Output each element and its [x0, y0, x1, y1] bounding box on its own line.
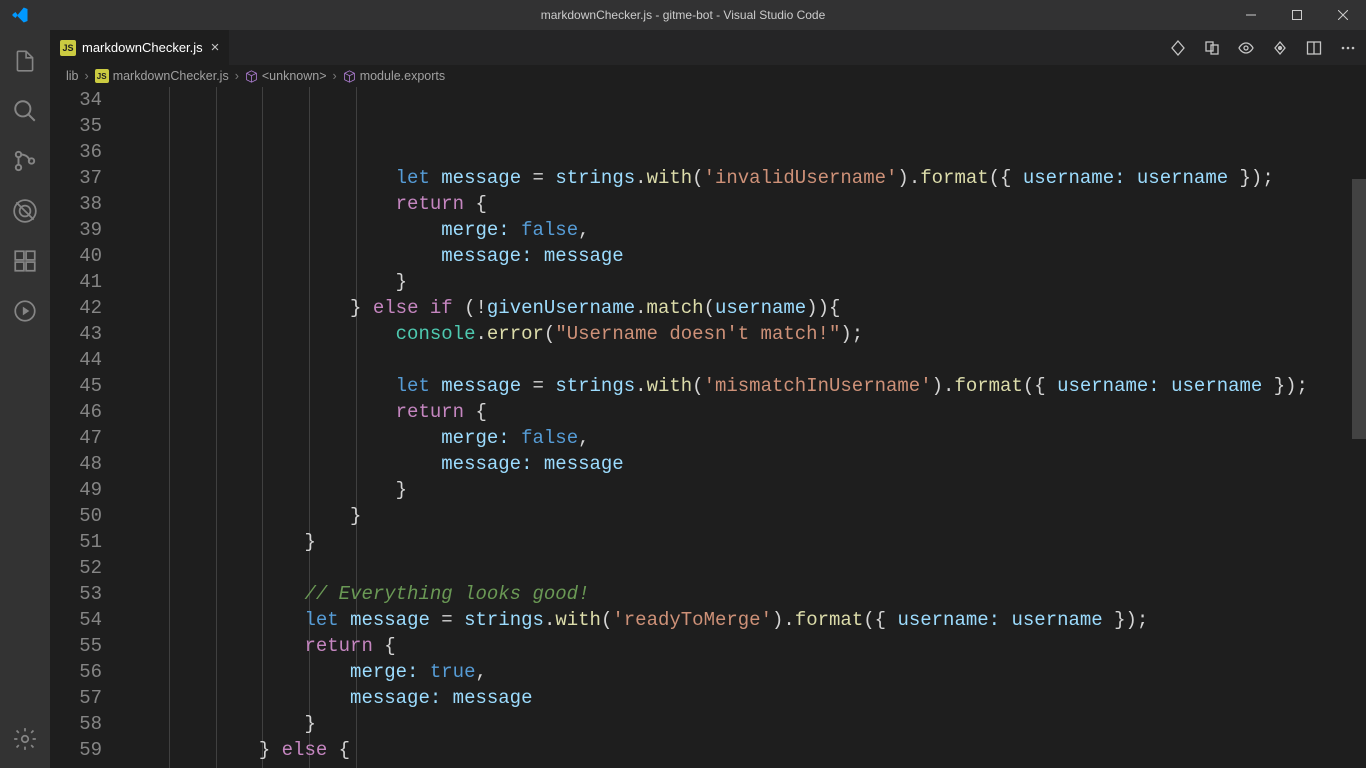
- chevron-right-icon: ›: [85, 69, 89, 83]
- line-number: 55: [50, 633, 102, 659]
- line-number: 41: [50, 269, 102, 295]
- activity-liveshare-icon[interactable]: [0, 286, 50, 336]
- symbol-icon: [343, 70, 356, 83]
- breadcrumb-symbol[interactable]: <unknown>: [262, 69, 327, 83]
- line-number: 34: [50, 87, 102, 113]
- code-line[interactable]: let message = strings.with('invalidUsern…: [122, 165, 1366, 191]
- action-open-changes-icon[interactable]: [1202, 38, 1222, 58]
- code-line[interactable]: }: [122, 711, 1366, 737]
- breadcrumb-symbol[interactable]: module.exports: [360, 69, 445, 83]
- line-number: 52: [50, 555, 102, 581]
- line-number: 44: [50, 347, 102, 373]
- code-line[interactable]: // Everything looks good!: [122, 581, 1366, 607]
- code-line[interactable]: message: message: [122, 451, 1366, 477]
- line-number: 51: [50, 529, 102, 555]
- line-number: 39: [50, 217, 102, 243]
- line-number: 40: [50, 243, 102, 269]
- code-line[interactable]: }: [122, 269, 1366, 295]
- window-minimize-button[interactable]: [1228, 0, 1274, 30]
- line-number: 57: [50, 685, 102, 711]
- line-number: 43: [50, 321, 102, 347]
- code-line[interactable]: }: [122, 503, 1366, 529]
- line-number: 36: [50, 139, 102, 165]
- line-number-gutter: 3435363738394041424344454647484950515253…: [50, 87, 122, 768]
- code-line[interactable]: return {: [122, 191, 1366, 217]
- tab-markdownchecker[interactable]: JS markdownChecker.js ×: [50, 30, 230, 65]
- js-file-icon: JS: [60, 40, 76, 56]
- code-editor[interactable]: 3435363738394041424344454647484950515253…: [50, 87, 1366, 768]
- breadcrumb-file[interactable]: markdownChecker.js: [113, 69, 229, 83]
- editor-actions: [1168, 30, 1366, 65]
- line-number: 37: [50, 165, 102, 191]
- action-more-icon[interactable]: [1338, 38, 1358, 58]
- code-line[interactable]: return {: [122, 633, 1366, 659]
- code-line[interactable]: } else {: [122, 737, 1366, 763]
- code-line[interactable]: [122, 347, 1366, 373]
- line-number: 35: [50, 113, 102, 139]
- code-line[interactable]: }: [122, 477, 1366, 503]
- line-number: 56: [50, 659, 102, 685]
- breadcrumb[interactable]: lib › JS markdownChecker.js › <unknown> …: [50, 65, 1366, 87]
- code-line[interactable]: merge: true,: [122, 659, 1366, 685]
- action-compare-icon[interactable]: [1168, 38, 1188, 58]
- window-maximize-button[interactable]: [1274, 0, 1320, 30]
- code-line[interactable]: merge: false,: [122, 217, 1366, 243]
- code-line[interactable]: } else if (!givenUsername.match(username…: [122, 295, 1366, 321]
- code-area[interactable]: let message = strings.with('invalidUsern…: [122, 87, 1366, 768]
- window-title: markdownChecker.js - gitme-bot - Visual …: [541, 8, 826, 22]
- line-number: 53: [50, 581, 102, 607]
- activity-settings-icon[interactable]: [0, 714, 50, 764]
- line-number: 42: [50, 295, 102, 321]
- line-number: 47: [50, 425, 102, 451]
- activity-debug-icon[interactable]: [0, 186, 50, 236]
- line-number: 49: [50, 477, 102, 503]
- code-line[interactable]: console.error("Username doesn't match!")…: [122, 321, 1366, 347]
- title-bar: markdownChecker.js - gitme-bot - Visual …: [0, 0, 1366, 30]
- breadcrumb-folder[interactable]: lib: [66, 69, 79, 83]
- window-close-button[interactable]: [1320, 0, 1366, 30]
- js-file-icon: JS: [95, 69, 109, 83]
- activity-extensions-icon[interactable]: [0, 236, 50, 286]
- chevron-right-icon: ›: [235, 69, 239, 83]
- code-line[interactable]: return {: [122, 399, 1366, 425]
- symbol-icon: [245, 70, 258, 83]
- action-reveal-icon[interactable]: [1270, 38, 1290, 58]
- window-controls: [1228, 0, 1366, 30]
- tab-filename: markdownChecker.js: [82, 40, 203, 55]
- line-number: 50: [50, 503, 102, 529]
- activity-scm-icon[interactable]: [0, 136, 50, 186]
- line-number: 48: [50, 451, 102, 477]
- activity-bar: [0, 30, 50, 768]
- line-number: 54: [50, 607, 102, 633]
- code-line[interactable]: let message = strings.with('readyToMerge…: [122, 607, 1366, 633]
- line-number: 45: [50, 373, 102, 399]
- tab-close-icon[interactable]: ×: [211, 40, 220, 55]
- line-number: 58: [50, 711, 102, 737]
- code-line[interactable]: [122, 763, 1366, 768]
- code-line[interactable]: message: message: [122, 685, 1366, 711]
- line-number: 59: [50, 737, 102, 763]
- action-preview-icon[interactable]: [1236, 38, 1256, 58]
- line-number: 46: [50, 399, 102, 425]
- code-line[interactable]: let message = strings.with('mismatchInUs…: [122, 373, 1366, 399]
- vscode-logo-icon: [6, 0, 34, 30]
- code-line[interactable]: merge: false,: [122, 425, 1366, 451]
- code-line[interactable]: message: message: [122, 243, 1366, 269]
- line-number: 38: [50, 191, 102, 217]
- code-line[interactable]: [122, 555, 1366, 581]
- activity-explorer-icon[interactable]: [0, 36, 50, 86]
- chevron-right-icon: ›: [333, 69, 337, 83]
- action-split-icon[interactable]: [1304, 38, 1324, 58]
- code-line[interactable]: }: [122, 529, 1366, 555]
- code-line[interactable]: [122, 139, 1366, 165]
- activity-search-icon[interactable]: [0, 86, 50, 136]
- editor-tabs: JS markdownChecker.js ×: [50, 30, 1366, 65]
